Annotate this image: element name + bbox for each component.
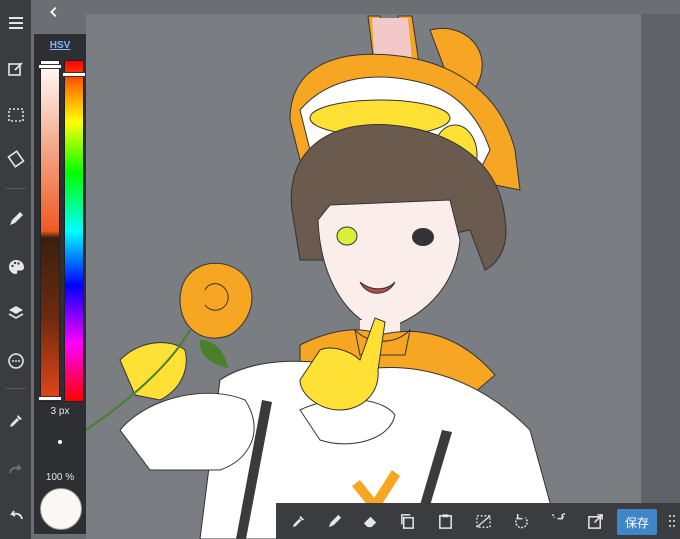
- app-window: HSV 3 px 100 % 保存: [0, 0, 680, 539]
- more-tools-button[interactable]: [0, 344, 31, 378]
- bottom-toolbar: 保存: [276, 503, 680, 539]
- brush-button[interactable]: [0, 202, 31, 236]
- deselect-button[interactable]: [465, 503, 501, 539]
- canvas-gutter: [641, 14, 680, 539]
- eyedropper-icon: [9, 415, 22, 427]
- undo-button[interactable]: [0, 498, 31, 532]
- toolbar-divider: [5, 188, 26, 189]
- pen-button[interactable]: [316, 503, 352, 539]
- pen-icon: [328, 514, 341, 527]
- menu-icon: [8, 17, 23, 29]
- eraser-icon: [363, 516, 376, 527]
- toolbar-grip[interactable]: [664, 503, 680, 539]
- undo-icon: [9, 510, 23, 520]
- artwork-illustration: [86, 15, 561, 539]
- layers-icon: [8, 306, 23, 319]
- redo-button[interactable]: [0, 452, 31, 486]
- deselect-icon: [475, 514, 491, 528]
- back-button[interactable]: [46, 4, 62, 20]
- edit-button[interactable]: [0, 52, 31, 86]
- sv-slider-bottom-thumb[interactable]: [38, 396, 62, 401]
- eyedropper-icon: [292, 515, 304, 527]
- current-color-swatch[interactable]: [40, 488, 82, 530]
- saturation-value-slider[interactable]: [40, 60, 60, 402]
- drawing-canvas[interactable]: [86, 14, 641, 539]
- layers-button[interactable]: [0, 296, 31, 330]
- menu-button[interactable]: [0, 6, 31, 40]
- brush-size-label[interactable]: 3 px: [34, 406, 86, 417]
- eyedropper-button[interactable]: [0, 404, 31, 438]
- hue-slider[interactable]: [64, 60, 84, 402]
- selection-button[interactable]: [0, 98, 31, 132]
- rotate-left-button[interactable]: [503, 503, 539, 539]
- toolbar-divider: [5, 388, 26, 389]
- palette-icon: [8, 260, 24, 274]
- paste-button[interactable]: [427, 503, 463, 539]
- more-circle-icon: [7, 353, 24, 369]
- left-toolbar: [0, 0, 31, 539]
- eraser-button[interactable]: [352, 503, 388, 539]
- top-bar: [31, 0, 680, 14]
- paste-icon: [438, 513, 452, 529]
- grip-icon: [669, 515, 675, 527]
- transform-button[interactable]: [0, 142, 31, 176]
- export-icon: [587, 513, 603, 529]
- brush-size-preview: [58, 440, 62, 444]
- color-mode-tab[interactable]: HSV: [34, 40, 86, 51]
- copy-button[interactable]: [389, 503, 425, 539]
- chevron-left-icon: [50, 7, 57, 17]
- rotate-right-icon: [551, 512, 565, 519]
- selection-icon: [7, 108, 24, 122]
- copy-icon: [400, 513, 414, 529]
- save-button[interactable]: 保存: [617, 509, 657, 535]
- palette-button[interactable]: [0, 250, 31, 284]
- opacity-label[interactable]: 100 %: [34, 472, 86, 483]
- rotate-left-icon: [514, 513, 528, 528]
- redo-icon: [8, 464, 22, 474]
- rotate-right-button[interactable]: [540, 503, 576, 539]
- brush-icon: [9, 212, 23, 225]
- transform-icon: [6, 150, 25, 168]
- sv-slider-thumb[interactable]: [38, 64, 62, 69]
- export-button[interactable]: [577, 503, 613, 539]
- edit-icon: [7, 62, 23, 76]
- eyedropper-button[interactable]: [280, 503, 316, 539]
- color-panel: HSV 3 px 100 %: [34, 34, 86, 534]
- hue-slider-thumb[interactable]: [62, 72, 86, 77]
